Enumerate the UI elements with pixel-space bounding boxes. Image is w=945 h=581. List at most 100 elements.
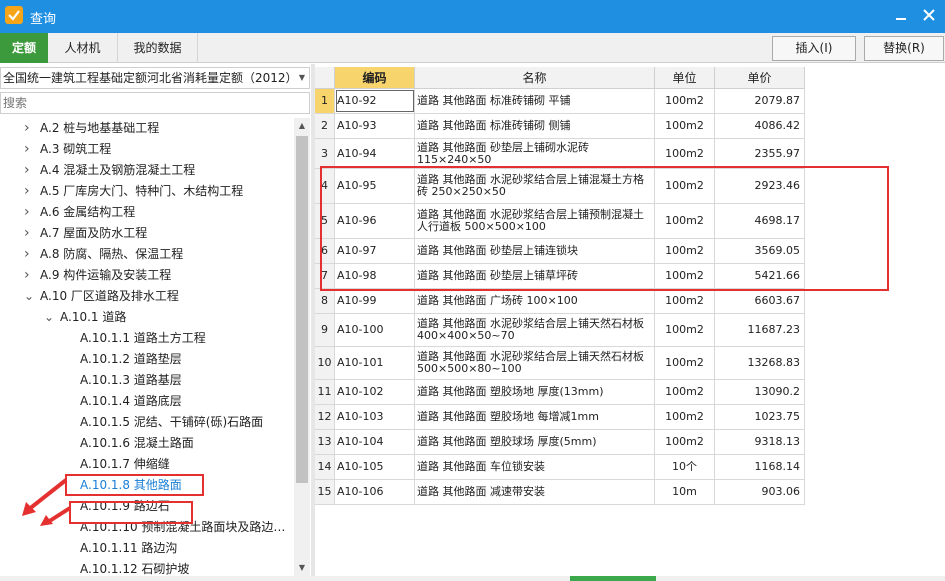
- chevron-right-icon[interactable]: ›: [24, 202, 34, 223]
- table-row[interactable]: 12 A10-103 道路 其他路面 塑胶场地 每增减1mm 100m2 1023.75: [315, 405, 805, 430]
- unit-cell[interactable]: 10个: [655, 455, 715, 479]
- tab-labor-material-machine[interactable]: 人材机: [48, 33, 118, 63]
- code-cell[interactable]: A10-104: [335, 430, 415, 454]
- tree-item[interactable]: A.10.1.6 混凝土路面: [0, 433, 294, 454]
- replace-button[interactable]: 替换(R): [864, 36, 944, 61]
- unit-cell[interactable]: 100m2: [655, 405, 715, 429]
- row-index-cell[interactable]: 7: [315, 264, 335, 288]
- unit-cell[interactable]: 100m2: [655, 239, 715, 263]
- name-cell[interactable]: 道路 其他路面 广场砖 100×100: [415, 289, 655, 313]
- header-price[interactable]: 单价: [715, 67, 805, 89]
- row-index-cell[interactable]: 3: [315, 139, 335, 168]
- row-index-cell[interactable]: 10: [315, 347, 335, 379]
- price-cell[interactable]: 13268.83: [715, 347, 805, 379]
- tree-item[interactable]: ⌄ A.10 厂区道路及排水工程: [0, 286, 294, 307]
- unit-cell[interactable]: 100m2: [655, 204, 715, 238]
- unit-cell[interactable]: 100m2: [655, 380, 715, 404]
- tree-item[interactable]: › A.5 厂库房大门、特种门、木结构工程: [0, 181, 294, 202]
- row-index-cell[interactable]: 9: [315, 314, 335, 346]
- chevron-right-icon[interactable]: ›: [24, 160, 34, 181]
- code-cell[interactable]: A10-106: [335, 480, 415, 504]
- unit-cell[interactable]: 100m2: [655, 139, 715, 168]
- table-row[interactable]: 3 A10-94 道路 其他路面 砂垫层上铺砌水泥砖115×240×50 100m2 2…: [315, 139, 805, 169]
- tree-item[interactable]: › A.8 防腐、隔热、保温工程: [0, 244, 294, 265]
- row-index-cell[interactable]: 14: [315, 455, 335, 479]
- chevron-right-icon[interactable]: ›: [24, 223, 34, 244]
- unit-cell[interactable]: 10m: [655, 480, 715, 504]
- scroll-up-icon[interactable]: ▲: [294, 118, 310, 134]
- table-row[interactable]: 14 A10-105 道路 其他路面 车位锁安装 10个 1168.14: [315, 455, 805, 480]
- row-index-cell[interactable]: 11: [315, 380, 335, 404]
- name-cell[interactable]: 道路 其他路面 水泥砂浆结合层上铺天然石材板 500×500×80~100: [415, 347, 655, 379]
- price-cell[interactable]: 1168.14: [715, 455, 805, 479]
- table-row[interactable]: 6 A10-97 道路 其他路面 砂垫层上铺连锁块 100m2 3569.05: [315, 239, 805, 264]
- unit-cell[interactable]: 100m2: [655, 430, 715, 454]
- table-row[interactable]: 7 A10-98 道路 其他路面 砂垫层上铺草坪砖 100m2 5421.66: [315, 264, 805, 289]
- code-cell[interactable]: A10-96: [335, 204, 415, 238]
- table-row[interactable]: 5 A10-96 道路 其他路面 水泥砂浆结合层上铺预制混凝土人行道板 500×50…: [315, 204, 805, 239]
- tree-item[interactable]: A.10.1.11 路边沟: [0, 538, 294, 559]
- row-index-cell[interactable]: 12: [315, 405, 335, 429]
- tree-item[interactable]: › A.9 构件运输及安装工程: [0, 265, 294, 286]
- chevron-right-icon[interactable]: ›: [24, 139, 34, 160]
- unit-cell[interactable]: 100m2: [655, 347, 715, 379]
- row-index-cell[interactable]: 2: [315, 114, 335, 138]
- tree-scrollbar[interactable]: ▲ ▼: [294, 118, 310, 576]
- tree-item[interactable]: › A.6 金属结构工程: [0, 202, 294, 223]
- price-cell[interactable]: 2079.87: [715, 89, 805, 113]
- row-index-cell[interactable]: 13: [315, 430, 335, 454]
- code-cell[interactable]: A10-99: [335, 289, 415, 313]
- price-cell[interactable]: 903.06: [715, 480, 805, 504]
- price-cell[interactable]: 4698.17: [715, 204, 805, 238]
- name-cell[interactable]: 道路 其他路面 砂垫层上铺连锁块: [415, 239, 655, 263]
- row-index-cell[interactable]: 1: [315, 89, 335, 113]
- price-cell[interactable]: 2355.97: [715, 139, 805, 168]
- row-index-cell[interactable]: 8: [315, 289, 335, 313]
- chevron-down-icon[interactable]: ⌄: [24, 286, 34, 307]
- chevron-right-icon[interactable]: ›: [24, 118, 34, 139]
- name-cell[interactable]: 道路 其他路面 塑胶场地 每增减1mm: [415, 405, 655, 429]
- tree-item[interactable]: ⌄ A.10.1 道路: [0, 307, 294, 328]
- name-cell[interactable]: 道路 其他路面 水泥砂浆结合层上铺预制混凝土人行道板 500×500×100: [415, 204, 655, 238]
- table-row[interactable]: 10 A10-101 道路 其他路面 水泥砂浆结合层上铺天然石材板 500×500×…: [315, 347, 805, 380]
- table-row[interactable]: 4 A10-95 道路 其他路面 水泥砂浆结合层上铺混凝土方格砖 250×250×5…: [315, 169, 805, 204]
- tab-quota[interactable]: 定额: [0, 33, 48, 63]
- code-cell[interactable]: A10-100: [335, 314, 415, 346]
- tree-item[interactable]: A.10.1.4 道路底层: [0, 391, 294, 412]
- code-cell[interactable]: A10-93: [335, 114, 415, 138]
- resize-grip[interactable]: [570, 576, 656, 581]
- tab-my-data[interactable]: 我的数据: [118, 33, 198, 63]
- table-row[interactable]: 2 A10-93 道路 其他路面 标准砖铺砌 侧铺 100m2 4086.42: [315, 114, 805, 139]
- tree-item[interactable]: A.10.1.1 道路土方工程: [0, 328, 294, 349]
- unit-cell[interactable]: 100m2: [655, 314, 715, 346]
- name-cell[interactable]: 道路 其他路面 砂垫层上铺草坪砖: [415, 264, 655, 288]
- name-cell[interactable]: 道路 其他路面 塑胶场地 厚度(13mm): [415, 380, 655, 404]
- row-index-cell[interactable]: 5: [315, 204, 335, 238]
- unit-cell[interactable]: 100m2: [655, 114, 715, 138]
- price-cell[interactable]: 11687.23: [715, 314, 805, 346]
- table-row[interactable]: 13 A10-104 道路 其他路面 塑胶球场 厚度(5mm) 100m2 9318.1…: [315, 430, 805, 455]
- name-cell[interactable]: 道路 其他路面 塑胶球场 厚度(5mm): [415, 430, 655, 454]
- row-index-cell[interactable]: 4: [315, 169, 335, 203]
- name-cell[interactable]: 道路 其他路面 砂垫层上铺砌水泥砖115×240×50: [415, 139, 655, 168]
- tree-item[interactable]: › A.3 砌筑工程: [0, 139, 294, 160]
- name-cell[interactable]: 道路 其他路面 标准砖铺砌 平铺: [415, 89, 655, 113]
- price-cell[interactable]: 5421.66: [715, 264, 805, 288]
- row-index-cell[interactable]: 15: [315, 480, 335, 504]
- price-cell[interactable]: 13090.2: [715, 380, 805, 404]
- name-cell[interactable]: 道路 其他路面 水泥砂浆结合层上铺混凝土方格砖 250×250×50: [415, 169, 655, 203]
- table-row[interactable]: 9 A10-100 道路 其他路面 水泥砂浆结合层上铺天然石材板 400×400×5…: [315, 314, 805, 347]
- price-cell[interactable]: 6603.67: [715, 289, 805, 313]
- name-cell[interactable]: 道路 其他路面 标准砖铺砌 侧铺: [415, 114, 655, 138]
- quota-library-select[interactable]: 全国统一建筑工程基础定额河北省消耗量定额（2012） ▼: [0, 67, 310, 89]
- code-cell[interactable]: A10-103: [335, 405, 415, 429]
- tree-item[interactable]: › A.7 屋面及防水工程: [0, 223, 294, 244]
- row-index-cell[interactable]: 6: [315, 239, 335, 263]
- table-row[interactable]: 15 A10-106 道路 其他路面 减速带安装 10m 903.06: [315, 480, 805, 505]
- code-cell[interactable]: A10-92: [335, 89, 415, 113]
- code-cell[interactable]: A10-101: [335, 347, 415, 379]
- tree-item[interactable]: A.10.1.3 道路基层: [0, 370, 294, 391]
- code-cell[interactable]: A10-102: [335, 380, 415, 404]
- unit-cell[interactable]: 100m2: [655, 89, 715, 113]
- price-cell[interactable]: 4086.42: [715, 114, 805, 138]
